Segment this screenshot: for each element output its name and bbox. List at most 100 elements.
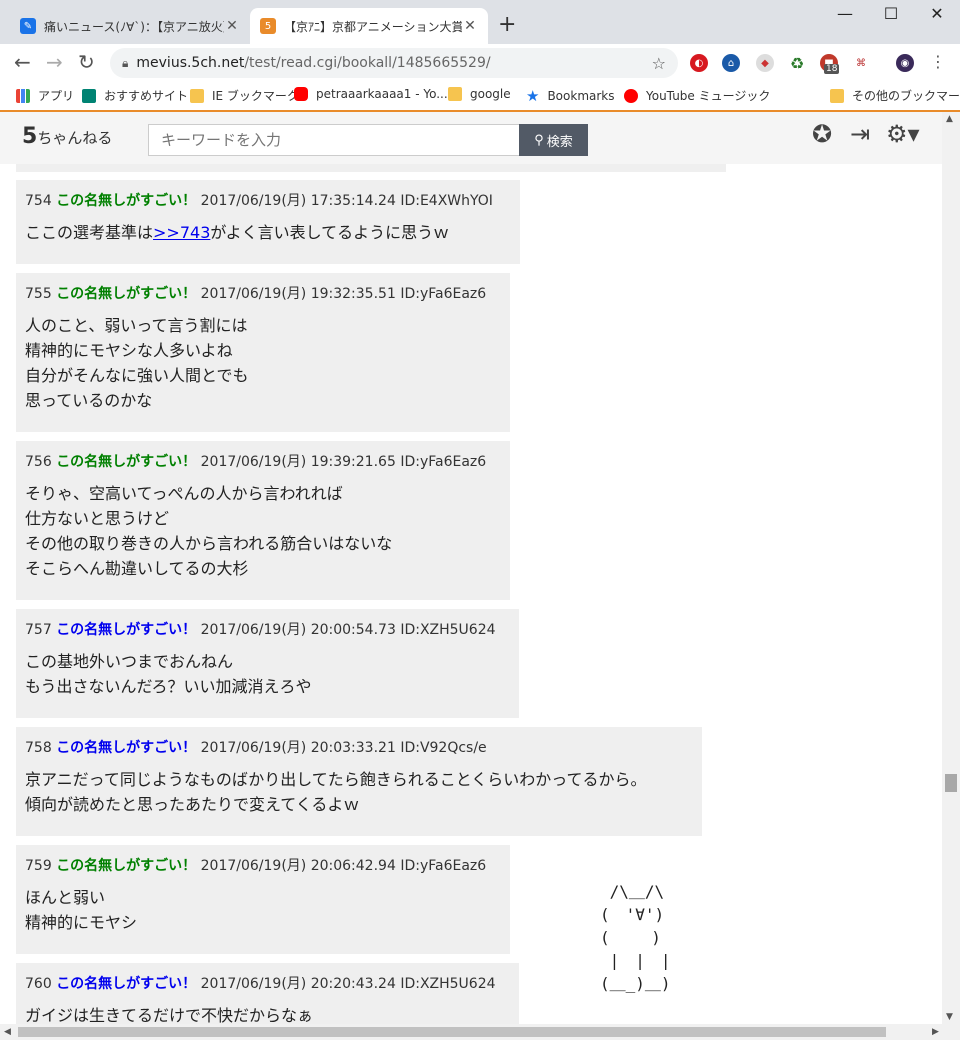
- close-icon[interactable]: ✕: [462, 18, 478, 34]
- new-tab-button[interactable]: +: [498, 12, 516, 37]
- address-bar[interactable]: 🔒︎ mevius.5ch.net /test/read.cgi/bookall…: [110, 48, 678, 78]
- museum-icon[interactable]: ⌂: [722, 54, 740, 72]
- search-input[interactable]: [148, 124, 520, 156]
- post-message: ほんと弱い 精神的にモヤシ: [25, 888, 138, 932]
- profile-avatar[interactable]: ◉: [896, 54, 914, 72]
- post-number[interactable]: 756: [25, 454, 52, 470]
- poster-id[interactable]: ID:yFa6Eaz6: [400, 286, 486, 302]
- itai-news-favicon-icon: ✎: [20, 18, 36, 34]
- forward-icon[interactable]: →: [46, 50, 63, 74]
- vertical-scrollbar-thumb[interactable]: [945, 774, 957, 792]
- poster-id[interactable]: ID:yFa6Eaz6: [400, 454, 486, 470]
- bookmark-youtube-music[interactable]: YouTube ミュージック: [624, 87, 770, 104]
- poster-id[interactable]: ID:XZH5U624: [400, 622, 495, 638]
- settings-icon[interactable]: ⚙▾: [886, 120, 920, 148]
- tab-5ch-thread[interactable]: 5 【京ｱﾆ】京都アニメーション大賞【KAI ✕: [250, 8, 488, 44]
- post-number[interactable]: 760: [25, 976, 52, 992]
- poster-id[interactable]: ID:XZH5U624: [400, 976, 495, 992]
- scroll-right-icon[interactable]: ▶: [932, 1027, 939, 1037]
- shield-ext-icon[interactable]: ◆: [756, 54, 774, 72]
- apps-grid-icon: [16, 88, 30, 103]
- search-button-label: 検索: [546, 133, 573, 149]
- bookmark-label: アプリ: [38, 89, 75, 103]
- back-icon[interactable]: ←: [14, 50, 31, 74]
- post-date: 2017/06/19(月) 19:32:35.51: [200, 286, 396, 302]
- bookmark-bookmarks[interactable]: ★ Bookmarks: [526, 87, 615, 105]
- 5ch-favicon-icon: 5: [260, 18, 276, 34]
- post-meta: 759 この名無しがすごい！ 2017/06/19(月) 20:06:42.94…: [25, 855, 502, 875]
- bookmark-label: おすすめサイト: [104, 89, 189, 103]
- bookmark-label: その他のブックマーク: [852, 89, 960, 103]
- bookmark-other[interactable]: その他のブックマーク: [830, 87, 960, 104]
- post-date: 2017/06/19(月) 20:03:33.21: [200, 740, 396, 756]
- tab-title: 痛いニュース(ﾉ∀`)：【京アニ放火】著: [44, 19, 224, 34]
- badge-icon[interactable]: ✪: [812, 120, 832, 148]
- folder-icon: [830, 88, 844, 103]
- message-text: ここの選考基準は: [25, 223, 154, 242]
- url-host: mevius.5ch.net: [136, 55, 245, 71]
- scroll-left-icon[interactable]: ◀: [4, 1027, 11, 1037]
- post-date: 2017/06/19(月) 20:00:54.73: [200, 622, 396, 638]
- bookmark-youtube-channel[interactable]: petraaarkaaaa1 - Yo...: [294, 87, 448, 101]
- post-meta: 756 この名無しがすごい！ 2017/06/19(月) 19:39:21.65…: [25, 451, 502, 471]
- post-759: 759 この名無しがすごい！ 2017/06/19(月) 20:06:42.94…: [16, 845, 510, 954]
- reply-link[interactable]: >>743: [153, 223, 210, 242]
- post-number[interactable]: 757: [25, 622, 52, 638]
- close-window-button[interactable]: ✕: [914, 4, 960, 23]
- post-date: 2017/06/19(月) 20:06:42.94: [200, 858, 396, 874]
- maximize-button[interactable]: ☐: [868, 4, 914, 23]
- bookmark-google[interactable]: google: [448, 87, 511, 101]
- post-meta: 758 この名無しがすごい！ 2017/06/19(月) 20:03:33.21…: [25, 737, 694, 757]
- poster-id[interactable]: ID:V92Qcs/e: [400, 740, 486, 756]
- trend-micro-icon[interactable]: ◐: [690, 54, 708, 72]
- message-text: がよく言い表してるように思うｗ: [210, 223, 450, 242]
- post-754: 754 この名無しがすごい！ 2017/06/19(月) 17:35:14.24…: [16, 180, 520, 264]
- site-logo[interactable]: 5ちゃんねる: [22, 124, 112, 149]
- bookmark-star-icon[interactable]: ☆: [652, 54, 666, 73]
- post-number[interactable]: 759: [25, 858, 52, 874]
- search-button[interactable]: ⚲ 検索: [519, 124, 588, 156]
- close-icon[interactable]: ✕: [224, 18, 240, 34]
- post-meta: 755 この名無しがすごい！ 2017/06/19(月) 19:32:35.51…: [25, 283, 502, 303]
- poster-name: この名無しがすごい！: [56, 622, 197, 638]
- post-number[interactable]: 758: [25, 740, 52, 756]
- tab-title: 【京ｱﾆ】京都アニメーション大賞【KAI: [284, 19, 462, 34]
- logo-main: 5: [22, 124, 38, 149]
- minimize-button[interactable]: —: [822, 4, 868, 23]
- poster-id[interactable]: ID:yFa6Eaz6: [400, 858, 486, 874]
- pdf-icon[interactable]: ⌘: [852, 54, 870, 72]
- post-meta: 757 この名無しがすごい！ 2017/06/19(月) 20:00:54.73…: [25, 619, 511, 639]
- menu-icon[interactable]: ⋮: [930, 52, 946, 71]
- bookmark-apps[interactable]: アプリ: [16, 87, 74, 104]
- poster-name: この名無しがすごい！: [56, 858, 197, 874]
- post-message: 京アニだって同じようなものばかり出してたら飽きられることくらいわかってるから。 …: [25, 770, 647, 814]
- scroll-down-icon[interactable]: ▼: [946, 1012, 953, 1022]
- poster-name: この名無しがすごい！: [56, 976, 197, 992]
- bookmark-ie[interactable]: IE ブックマーク: [190, 87, 299, 104]
- bing-icon: [82, 88, 96, 103]
- url-path: /test/read.cgi/bookall/1485665529/: [244, 55, 491, 71]
- login-icon[interactable]: ⇥: [850, 120, 870, 148]
- search-icon: ⚲: [534, 132, 544, 147]
- tab-itai-news[interactable]: ✎ 痛いニュース(ﾉ∀`)：【京アニ放火】著 ✕: [10, 8, 250, 44]
- post-message: そりゃ、空高いてっぺんの人から言われれば 仕方ないと思うけど その他の取り巻きの…: [25, 484, 393, 578]
- tab-strip: ✎ 痛いニュース(ﾉ∀`)：【京アニ放火】著 ✕ 5 【京ｱﾆ】京都アニメーショ…: [0, 0, 960, 44]
- horizontal-scrollbar-thumb[interactable]: [18, 1027, 886, 1037]
- reload-icon[interactable]: ↻: [78, 50, 95, 74]
- post-date: 2017/06/19(月) 17:35:14.24: [200, 193, 396, 209]
- star-icon: ★: [526, 87, 540, 105]
- poster-id[interactable]: ID:E4XWhYOI: [400, 193, 493, 209]
- scroll-up-icon[interactable]: ▲: [946, 114, 953, 124]
- poster-name: この名無しがすごい！: [56, 286, 197, 302]
- site-header: 5ちゃんねる ⚲ 検索: [0, 112, 942, 164]
- post-number[interactable]: 755: [25, 286, 52, 302]
- bookmark-osusume[interactable]: おすすめサイト: [82, 87, 188, 104]
- folder-icon: [448, 87, 462, 101]
- post-756: 756 この名無しがすごい！ 2017/06/19(月) 19:39:21.65…: [16, 441, 510, 600]
- vertical-scrollbar[interactable]: [942, 112, 960, 1024]
- bookmark-label: Bookmarks: [547, 89, 615, 103]
- post-number[interactable]: 754: [25, 193, 52, 209]
- post-760: 760 この名無しがすごい！ 2017/06/19(月) 20:20:43.24…: [16, 963, 519, 1024]
- bookmark-label: google: [470, 87, 511, 101]
- recycle-icon[interactable]: ♻: [788, 54, 806, 73]
